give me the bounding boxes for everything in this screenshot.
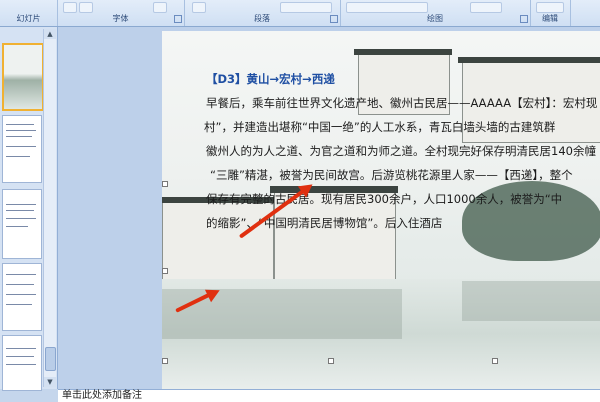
building-roof xyxy=(354,49,452,55)
body-line: 保存有完整的古民居。现有居民300余户，人口1000余人，被誉为“中 xyxy=(206,192,563,206)
ribbon-group-font: 字体 xyxy=(57,0,185,26)
notes-pane[interactable]: 单击此处添加备注 xyxy=(58,389,600,402)
align-left-button[interactable] xyxy=(192,2,206,13)
scroll-down-icon[interactable]: ▼ xyxy=(44,377,56,387)
slide-thumbnail[interactable] xyxy=(2,43,44,111)
font-dialog-launcher[interactable] xyxy=(174,15,182,23)
ribbon: 幻灯片 字体 段落 绘图 编辑 xyxy=(0,0,600,27)
notes-placeholder: 单击此处添加备注 xyxy=(62,390,142,401)
quick-styles-button[interactable] xyxy=(470,2,502,13)
thumbnail-image xyxy=(4,45,42,109)
ribbon-group-drawing-label: 绘图 xyxy=(427,14,443,23)
slide-thumbnail[interactable] xyxy=(2,335,42,391)
body-line: 村”，并建造出堪称“中国一绝”的人工水系，青瓦白墙头墙的古建筑群 xyxy=(204,120,556,134)
building xyxy=(162,201,274,283)
slides-pane: ▲ ▼ xyxy=(0,27,58,391)
ribbon-group-editing: 编辑 xyxy=(530,0,571,26)
body-line: 徽州人的为人之道、为官之道和为师之道。全村现完好保存明清民居140余幢 xyxy=(206,144,596,158)
ribbon-group-slides-label: 幻灯片 xyxy=(16,14,41,23)
body-line: “三雕”精湛，被誉为民间故宫。后游览桃花源里人家——【西递】，整个 xyxy=(210,168,573,182)
ribbon-group-drawing: 绘图 xyxy=(340,0,531,26)
resize-handle[interactable] xyxy=(328,358,334,364)
ribbon-group-slides: 幻灯片 xyxy=(0,0,58,26)
slide-canvas[interactable]: 【D3】黄山→宏村→西递 早餐后，乘车前往世界文化遗产地、徽州古民居——AAAA… xyxy=(162,31,600,389)
ribbon-group-editing-label: 编辑 xyxy=(542,14,558,23)
text-direction-button[interactable] xyxy=(280,2,332,13)
resize-handle[interactable] xyxy=(162,268,168,274)
slides-pane-scrollbar[interactable]: ▲ ▼ xyxy=(43,29,56,387)
shapes-gallery[interactable] xyxy=(346,2,428,13)
slide-editor: 【D3】黄山→宏村→西递 早餐后，乘车前往世界文化遗产地、徽州古民居——AAAA… xyxy=(58,27,600,389)
find-button[interactable] xyxy=(536,2,564,13)
resize-handle[interactable] xyxy=(492,358,498,364)
bold-button[interactable] xyxy=(63,2,77,13)
slide-thumbnail[interactable] xyxy=(2,189,42,259)
drawing-dialog-launcher[interactable] xyxy=(520,15,528,23)
ribbon-group-font-label: 字体 xyxy=(112,14,129,23)
ribbon-group-paragraph-label: 段落 xyxy=(254,14,270,23)
resize-handle[interactable] xyxy=(162,181,168,187)
font-color-button[interactable] xyxy=(153,2,167,13)
slide-thumbnail[interactable] xyxy=(2,263,42,331)
body-line: 的缩影”、“中国明清民居博物馆”。后入住酒店 xyxy=(206,216,443,230)
paragraph-dialog-launcher[interactable] xyxy=(330,15,338,23)
resize-handle[interactable] xyxy=(162,358,168,364)
ribbon-group-paragraph: 段落 xyxy=(184,0,341,26)
building-roof xyxy=(458,57,600,63)
reflection xyxy=(162,289,402,339)
body-line: 早餐后，乘车前往世界文化遗产地、徽州古民居——AAAAA【宏村】：宏村现 xyxy=(206,96,598,110)
itinerary-title: 【D3】黄山→宏村→西递 xyxy=(206,72,335,86)
italic-button[interactable] xyxy=(79,2,93,13)
scrollbar-thumb[interactable] xyxy=(45,347,56,371)
slide-thumbnail[interactable] xyxy=(2,115,42,183)
reflection xyxy=(462,281,600,321)
scroll-up-icon[interactable]: ▲ xyxy=(44,29,56,39)
